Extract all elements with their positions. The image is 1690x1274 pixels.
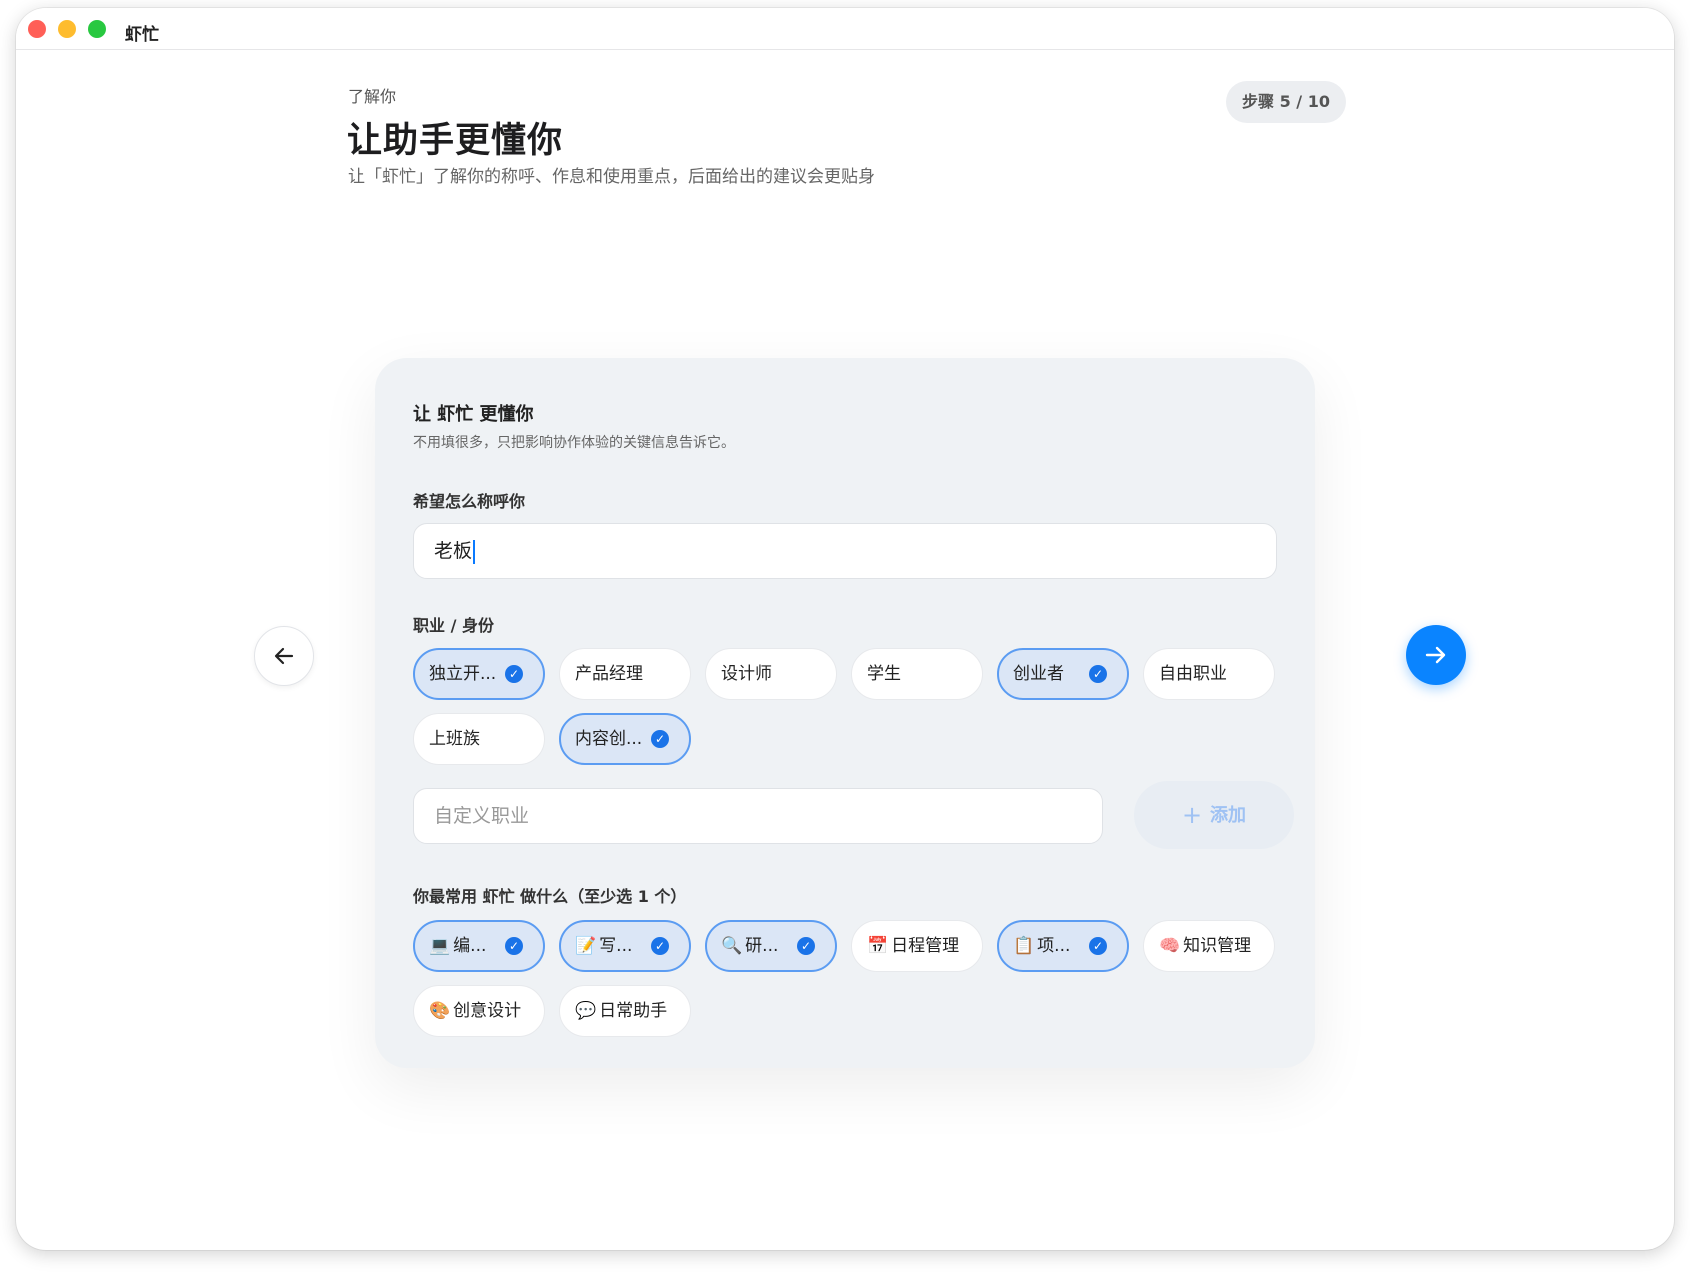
occupation-chip[interactable]: 内容创... ✓ (559, 713, 691, 765)
occupation-chip[interactable]: 学生 (851, 648, 983, 700)
add-button-label: 添加 (1210, 805, 1247, 826)
check-circle-icon: ✓ (651, 937, 669, 955)
window-title: 虾忙 (125, 25, 159, 45)
occupation-chip[interactable]: 产品经理 (559, 648, 691, 700)
usage-emoji-icon: 🧠 (1159, 936, 1181, 956)
arrow-right-icon (1425, 646, 1446, 664)
arrow-left-icon (274, 647, 294, 665)
usage-chip[interactable]: 🔍 研... ✓ (705, 920, 837, 972)
custom-occupation-input[interactable]: 自定义职业 (413, 788, 1103, 844)
usage-chip-label: 日常助手 (599, 1001, 668, 1021)
check-circle-icon: ✓ (505, 937, 523, 955)
usage-chip[interactable]: 📅 日程管理 (851, 920, 983, 972)
occupation-chip[interactable]: 创业者 ✓ (997, 648, 1129, 700)
occupation-chip-label: 学生 (867, 664, 901, 684)
check-circle-icon: ✓ (1089, 665, 1107, 683)
usage-emoji-icon: 📅 (867, 936, 889, 956)
check-circle-icon: ✓ (505, 665, 523, 683)
app-window: 虾忙 了解你 让助手更懂你 让「虾忙」了解你的称呼、作息和使用重点，后面给出的建… (16, 8, 1674, 1250)
page-title: 让助手更懂你 (347, 121, 564, 161)
card-subtitle: 不用填很多，只把影响协作体验的关键信息告诉它。 (413, 435, 735, 451)
occupation-chip-label: 内容创... (575, 729, 643, 749)
profile-card: 让 虾忙 更懂你 不用填很多，只把影响协作体验的关键信息告诉它。 希望怎么称呼你… (375, 358, 1315, 1068)
step-badge: 步骤 5 / 10 (1226, 81, 1346, 123)
previous-step-button[interactable] (254, 626, 314, 686)
minimize-window-button[interactable] (58, 20, 76, 38)
usage-emoji-icon: 📋 (1013, 936, 1035, 956)
occupation-chip-label: 自由职业 (1159, 664, 1227, 684)
name-input-value: 老板 (434, 540, 473, 562)
usage-chip-label: 创意设计 (453, 1001, 522, 1021)
usage-chip-label: 日程管理 (891, 936, 960, 956)
occupation-chip-label: 设计师 (721, 664, 772, 684)
name-label: 希望怎么称呼你 (413, 492, 526, 511)
page-subtitle: 让「虾忙」了解你的称呼、作息和使用重点，后面给出的建议会更贴身 (348, 167, 875, 187)
title-bar: 虾忙 (16, 8, 1674, 50)
usage-chip-label: 项... (1037, 936, 1071, 956)
usage-label: 你最常用 虾忙 做什么（至少选 1 个） (413, 887, 687, 906)
occupation-chip[interactable]: 设计师 (705, 648, 837, 700)
usage-chip-label: 研... (745, 936, 779, 956)
usage-chip-label: 写... (599, 936, 633, 956)
card-title: 让 虾忙 更懂你 (413, 404, 534, 425)
usage-emoji-icon: 📝 (575, 936, 597, 956)
close-window-button[interactable] (28, 20, 46, 38)
text-caret (473, 539, 476, 564)
check-circle-icon: ✓ (651, 730, 669, 748)
usage-chip[interactable]: 💻 编... ✓ (413, 920, 545, 972)
zoom-window-button[interactable] (88, 20, 106, 38)
usage-chip-label: 知识管理 (1183, 936, 1252, 956)
usage-chip[interactable]: 🧠 知识管理 (1143, 920, 1275, 972)
usage-emoji-icon: 💻 (429, 936, 451, 956)
usage-chip[interactable]: 📝 写... ✓ (559, 920, 691, 972)
usage-chip-label: 编... (453, 936, 487, 956)
occupation-chip-label: 独立开... (429, 664, 497, 684)
occupation-label: 职业 / 身份 (413, 616, 494, 635)
occupation-chip-label: 上班族 (429, 729, 480, 749)
usage-chip[interactable]: 💬 日常助手 (559, 985, 691, 1037)
plus-icon: + (1181, 801, 1203, 829)
usage-emoji-icon: 🔍 (721, 936, 743, 956)
occupation-chip[interactable]: 独立开... ✓ (413, 648, 545, 700)
usage-emoji-icon: 🎨 (429, 1001, 451, 1021)
usage-chip[interactable]: 🎨 创意设计 (413, 985, 545, 1037)
add-occupation-button[interactable]: + 添加 (1134, 781, 1294, 849)
usage-emoji-icon: 💬 (575, 1001, 597, 1021)
occupation-chip-label: 产品经理 (575, 664, 643, 684)
usage-chip[interactable]: 📋 项... ✓ (997, 920, 1129, 972)
section-eyebrow: 了解你 (348, 87, 397, 106)
occupation-chip-label: 创业者 (1013, 664, 1064, 684)
check-circle-icon: ✓ (797, 937, 815, 955)
next-step-button[interactable] (1406, 625, 1466, 685)
occupation-chip[interactable]: 上班族 (413, 713, 545, 765)
occupation-chip[interactable]: 自由职业 (1143, 648, 1275, 700)
name-input[interactable]: 老板 (413, 523, 1277, 579)
check-circle-icon: ✓ (1089, 937, 1107, 955)
